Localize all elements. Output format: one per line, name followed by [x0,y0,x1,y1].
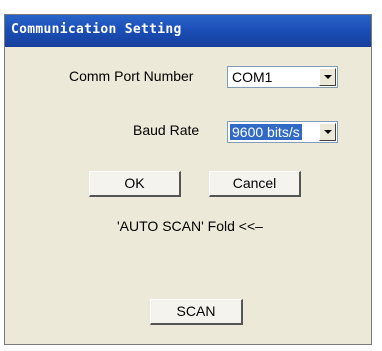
baud-rate-label: Baud Rate [133,122,200,138]
comm-port-label: Comm Port Number [69,68,194,84]
title-bar[interactable]: Communication Setting [5,15,371,47]
chevron-down-icon[interactable] [319,123,336,141]
communication-setting-dialog: Communication Setting Comm Port Number C… [4,14,372,345]
cancel-button[interactable]: Cancel [209,171,301,197]
baud-rate-value: 9600 bits/s [230,124,302,140]
comm-port-value: COM1 [232,69,273,85]
comm-port-select[interactable]: COM1 [227,66,338,88]
chevron-down-icon[interactable] [319,68,336,86]
auto-scan-toggle[interactable]: 'AUTO SCAN' Fold <<– [117,218,263,234]
scan-button[interactable]: SCAN [150,299,243,325]
ok-button[interactable]: OK [89,171,181,197]
window-title: Communication Setting [11,22,182,37]
baud-rate-select[interactable]: 9600 bits/s [227,121,338,143]
